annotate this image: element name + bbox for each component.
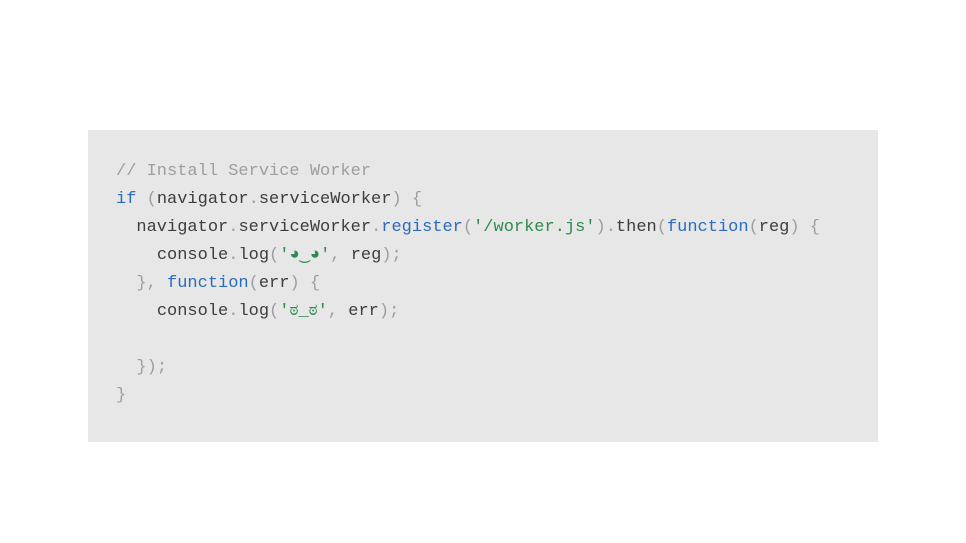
- identifier-navigator: navigator: [136, 218, 228, 237]
- string-happy-face: '◕‿◕': [279, 246, 330, 265]
- param-err: err: [259, 274, 290, 293]
- identifier-console: console: [157, 302, 228, 321]
- param-reg: reg: [759, 218, 790, 237]
- code-line-7: });: [116, 354, 850, 382]
- string-worker-path: '/worker.js': [473, 218, 595, 237]
- code-line-8: }: [116, 382, 850, 410]
- code-line-5: }, function(err) {: [116, 270, 850, 298]
- comment: // Install Service Worker: [116, 162, 371, 181]
- code-block: // Install Service Worker if (navigator.…: [88, 130, 878, 442]
- keyword-if: if: [116, 190, 136, 209]
- identifier-reg: reg: [351, 246, 382, 265]
- method-register: register: [381, 218, 463, 237]
- identifier-console: console: [157, 246, 228, 265]
- identifier-navigator: navigator: [157, 190, 249, 209]
- code-line-blank: [116, 326, 850, 354]
- code-line-2: if (navigator.serviceWorker) {: [116, 186, 850, 214]
- code-line-4: console.log('◕‿◕', reg);: [116, 242, 850, 270]
- identifier-err: err: [348, 302, 379, 321]
- code-line-6: console.log('ಠ_ಠ', err);: [116, 298, 850, 326]
- string-sad-face: 'ಠ_ಠ': [279, 302, 328, 321]
- method-then: then: [616, 218, 657, 237]
- code-line-3: navigator.serviceWorker.register('/worke…: [116, 214, 850, 242]
- keyword-function: function: [667, 218, 749, 237]
- identifier-serviceworker: serviceWorker: [259, 190, 392, 209]
- method-log: log: [238, 246, 269, 265]
- code-line-1: // Install Service Worker: [116, 158, 850, 186]
- identifier-serviceworker: serviceWorker: [238, 218, 371, 237]
- keyword-function: function: [167, 274, 249, 293]
- method-log: log: [238, 302, 269, 321]
